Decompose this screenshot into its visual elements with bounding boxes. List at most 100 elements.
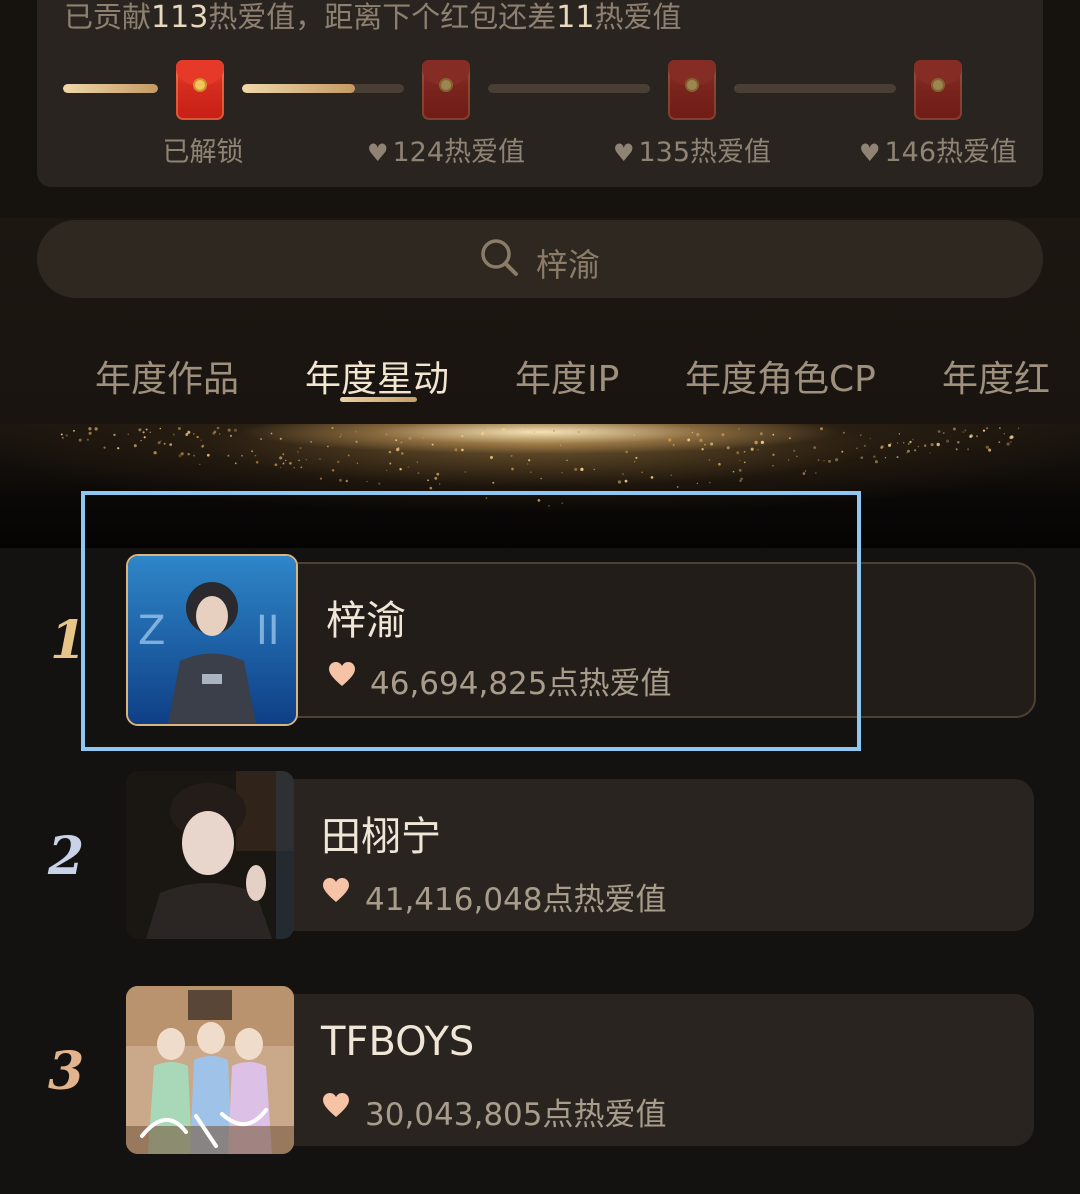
sparkle-dot: [61, 436, 64, 439]
heart-icon: [323, 1093, 349, 1117]
sparkle-dot: [787, 459, 790, 461]
envelope-label-2: ♥ 124热爱值: [366, 137, 526, 168]
sparkle-dot: [490, 456, 493, 459]
sparkle-dot: [740, 477, 743, 480]
sparkle-dot: [580, 467, 584, 472]
sparkle-dot: [347, 454, 350, 457]
sparkle-dot: [793, 449, 796, 453]
contribution-text: 已贡献113热爱值，距离下个红包还差11热爱值: [64, 0, 682, 36]
sparkle-dot: [552, 429, 555, 432]
sparkle-dot: [957, 440, 960, 444]
sparkle-dot: [492, 481, 495, 484]
sparkle-dot: [998, 441, 1001, 443]
red-envelope-icon[interactable]: [668, 60, 716, 120]
search-query[interactable]: 梓渝: [536, 240, 600, 286]
sparkle-dot: [911, 438, 914, 441]
tab-annual-character-cp[interactable]: 年度角色CP: [685, 350, 876, 402]
progress-fill-1: [63, 84, 158, 93]
sparkle-dot: [522, 427, 524, 430]
entry-name: 田栩宁: [321, 814, 441, 860]
sparkle-dot: [157, 441, 161, 445]
sparkle-dot: [145, 428, 148, 431]
sparkle-dot: [127, 433, 130, 436]
tab-annual-works[interactable]: 年度作品: [95, 350, 239, 402]
sparkle-dot: [696, 432, 700, 437]
sparkle-dot: [417, 472, 420, 475]
sparkle-dot: [201, 445, 204, 448]
sparkle-dot: [483, 428, 486, 430]
avatar[interactable]: [126, 771, 294, 939]
sparkle-dot: [635, 428, 638, 432]
sparkle-dot: [813, 446, 817, 449]
sparkle-dot: [533, 429, 537, 432]
sparkle-dot: [187, 452, 190, 456]
sparkle-dot: [896, 456, 899, 459]
sparkle-dot: [140, 439, 142, 442]
heart-icon: ♥: [612, 139, 635, 167]
tab-annual-hot[interactable]: 年度红: [942, 350, 1050, 402]
sparkle-dot: [481, 431, 485, 436]
sparkle-dot: [909, 440, 912, 444]
avatar[interactable]: [126, 986, 294, 1154]
sparkle-dot: [153, 451, 157, 455]
sparkle-dot: [759, 432, 763, 436]
sparkle-dot: [319, 458, 321, 460]
sparkle-dot: [73, 429, 75, 432]
sparkle-dot: [416, 461, 419, 464]
sparkle-dot: [454, 448, 458, 452]
red-envelope-icon[interactable]: [914, 60, 962, 120]
sparkle-dot: [279, 466, 282, 469]
sparkle-dot: [227, 454, 230, 457]
sparkle-dot: [86, 438, 89, 441]
love-score: 30,043,805点热爱值: [365, 1097, 667, 1133]
sparkle-dot: [930, 443, 934, 447]
sparkle-dot: [988, 448, 992, 452]
sparkle-dot: [924, 444, 927, 447]
sparkle-dot: [906, 451, 908, 454]
sparkle-dot: [743, 461, 746, 464]
sparkle-dot: [566, 459, 568, 462]
sparkle-dot: [340, 434, 343, 436]
selection-highlight-box: [81, 491, 861, 751]
rank-number: 3: [48, 1041, 85, 1102]
sparkle-dot: [193, 454, 196, 457]
sparkle-dot: [159, 427, 162, 430]
sparkle-dot: [946, 439, 950, 443]
tab-annual-ip[interactable]: 年度IP: [515, 350, 619, 402]
contrib-remaining: 11: [556, 0, 595, 35]
sparkle-dot: [366, 480, 368, 483]
sparkle-dot: [163, 442, 166, 445]
sparkle-dot: [624, 479, 628, 483]
sparkle-dot: [169, 443, 173, 446]
sparkle-dot: [388, 450, 392, 454]
progress-bar-2: [242, 84, 404, 93]
envelope-label-1: 已解锁: [162, 137, 244, 168]
sparkle-dot: [138, 428, 142, 432]
sparkle-dot: [709, 481, 711, 484]
sparkle-dot: [738, 427, 740, 430]
sparkle-dot: [577, 430, 580, 434]
sparkle-dot: [185, 433, 189, 436]
rank-number: 2: [48, 826, 85, 887]
red-envelope-icon[interactable]: [422, 60, 470, 120]
sparkle-dot: [279, 437, 282, 440]
sparkle-dot: [914, 449, 917, 452]
tab-annual-stars[interactable]: 年度星动: [305, 350, 449, 402]
sparkle-dot: [389, 462, 392, 465]
sparkle-dot: [896, 442, 899, 444]
sparkle-dot: [200, 439, 202, 442]
search-icon[interactable]: [479, 237, 519, 277]
sparkle-dot: [1010, 441, 1012, 443]
sparkle-dot: [772, 433, 775, 436]
sparkle-dot: [234, 462, 237, 465]
sparkle-dot: [936, 442, 940, 447]
red-envelope-icon[interactable]: [176, 60, 224, 120]
sparkle-dot: [78, 438, 82, 442]
sparkle-dot: [289, 462, 292, 465]
sparkle-dot: [943, 432, 945, 434]
sparkle-dot: [591, 428, 594, 431]
sparkle-dot: [559, 444, 562, 447]
sparkle-dot: [319, 477, 323, 480]
sparkle-dot: [298, 459, 300, 462]
sparkle-dot: [691, 431, 694, 434]
